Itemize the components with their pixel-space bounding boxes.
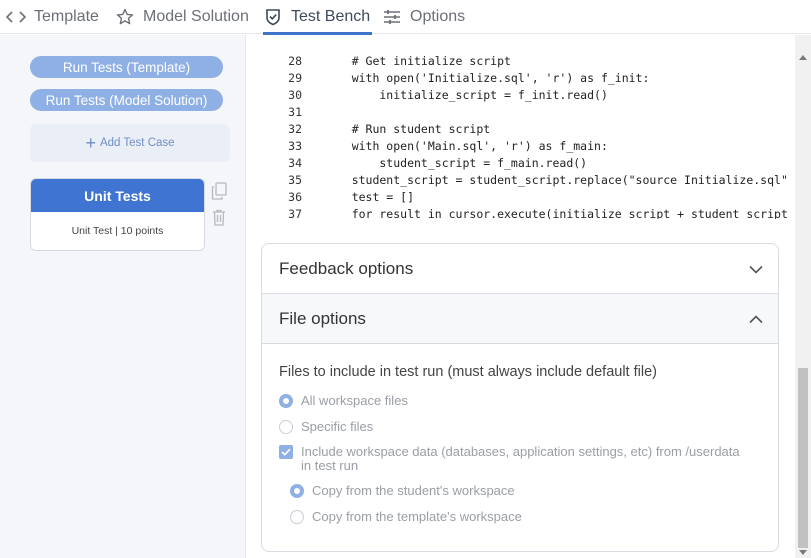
file-options-header[interactable]: File options: [262, 294, 778, 344]
option-specific-label: Specific files: [301, 419, 374, 434]
code-line: 34 student_script = f_main.read(): [288, 156, 588, 170]
option-copy-student[interactable]: Copy from the student's workspace: [290, 484, 515, 498]
option-specific-files[interactable]: Specific files: [279, 420, 373, 434]
add-test-case-button[interactable]: + Add Test Case: [30, 124, 230, 162]
divider: [262, 343, 778, 344]
option-copy-template[interactable]: Copy from the template's workspace: [290, 510, 522, 524]
feedback-options-title: Feedback options: [279, 259, 414, 278]
tab-model-solution-label: Model Solution: [143, 8, 249, 25]
radio-selected[interactable]: [290, 484, 304, 498]
plus-icon: +: [85, 133, 96, 153]
tab-model-solution[interactable]: Model Solution: [115, 0, 249, 34]
run-tests-model-solution-button[interactable]: Run Tests (Model Solution): [30, 89, 223, 111]
feedback-options-header[interactable]: Feedback options: [262, 244, 778, 294]
chevron-up-icon: [748, 311, 764, 327]
test-sidebar: Run Tests (Template) Run Tests (Model So…: [0, 35, 245, 558]
code-line: 37 for result in cursor.execute(initiali…: [288, 207, 788, 219]
vertical-scrollbar[interactable]: [795, 35, 811, 558]
copy-template-label: Copy from the template's workspace: [312, 509, 522, 524]
radio-selected[interactable]: [279, 394, 293, 408]
include-data-label: Include workspace data (databases, appli…: [301, 445, 740, 473]
tab-options-label: Options: [410, 8, 466, 25]
code-line: 28 # Get initialize script: [288, 54, 511, 68]
option-all-workspace-files[interactable]: All workspace files: [279, 394, 408, 408]
trash-icon[interactable]: [210, 207, 228, 227]
include-workspace-data-checkbox[interactable]: Include workspace data (databases, appli…: [279, 445, 740, 473]
scroll-down-arrow[interactable]: [799, 550, 807, 555]
tab-options[interactable]: Options: [382, 0, 465, 34]
scroll-thumb[interactable]: [798, 368, 808, 548]
duplicate-icon[interactable]: [210, 181, 228, 201]
tab-template-label: Template: [34, 8, 99, 25]
code-line: 32 # Run student script: [288, 122, 491, 136]
options-accordion: Feedback options File options Files to i…: [261, 243, 779, 552]
radio-unselected[interactable]: [279, 420, 293, 434]
include-data-line1: Include workspace data (databases, appli…: [301, 444, 740, 459]
code-icon: [6, 7, 26, 27]
code-editor[interactable]: 28 # Get initialize script 29 with open(…: [246, 35, 796, 219]
sliders-icon: [382, 7, 402, 27]
star-icon: [115, 7, 135, 27]
checkbox-checked[interactable]: [279, 445, 293, 459]
code-line: 31: [288, 105, 302, 119]
code-line: 35 student_script = student_script.repla…: [288, 173, 788, 187]
tab-test-bench-label: Test Bench: [291, 8, 371, 25]
shield-check-icon: [263, 7, 283, 27]
file-options-title: File options: [279, 309, 366, 328]
code-line: 36 test = []: [288, 190, 415, 204]
tab-bar: Template Model Solution Test Bench Optio…: [0, 0, 811, 35]
tab-template[interactable]: Template: [6, 0, 99, 34]
files-heading: Files to include in test run (must alway…: [279, 364, 657, 380]
copy-student-label: Copy from the student's workspace: [312, 483, 515, 498]
code-line: 33 with open('Main.sql', 'r') as f_main:: [288, 139, 608, 153]
unit-test-card[interactable]: Unit Tests Unit Test | 10 points: [30, 178, 205, 251]
chevron-down-icon: [748, 261, 764, 277]
include-data-line2: in test run: [301, 458, 359, 473]
code-line: 29 with open('Initialize.sql', 'r') as f…: [288, 71, 650, 85]
unit-test-title: Unit Tests: [31, 179, 204, 212]
add-test-case-label: Add Test Case: [99, 137, 175, 149]
test-editor-pane: 28 # Get initialize script 29 with open(…: [245, 35, 811, 558]
code-line: 30 initialize_script = f_init.read(): [288, 88, 608, 102]
tab-test-bench[interactable]: Test Bench: [263, 0, 373, 35]
scroll-up-arrow[interactable]: [799, 55, 807, 60]
run-tests-template-button[interactable]: Run Tests (Template): [30, 56, 223, 78]
unit-test-subtitle: Unit Test | 10 points: [71, 225, 164, 237]
radio-unselected[interactable]: [290, 510, 304, 524]
option-all-label: All workspace files: [301, 393, 408, 408]
